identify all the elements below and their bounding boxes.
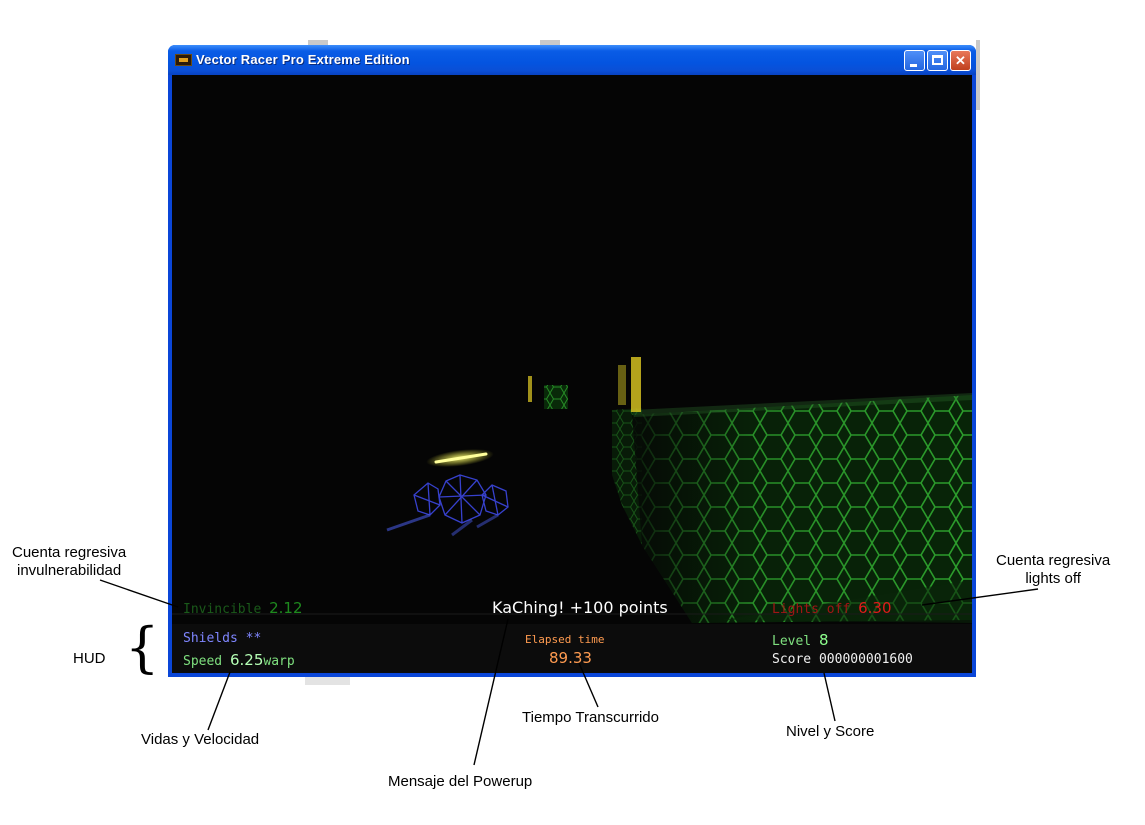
hud-brace: { bbox=[125, 616, 160, 679]
callout-line-powerup bbox=[473, 618, 509, 766]
annotation-lights-off-line2: lights off bbox=[1025, 570, 1081, 587]
annotation-lights-off: Cuenta regresiva lights off bbox=[996, 552, 1110, 588]
callout-line-lives-speed bbox=[207, 671, 231, 731]
annotation-hud: HUD bbox=[73, 650, 106, 667]
annotation-lines bbox=[99, 579, 1039, 766]
annotation-level-score: Nivel y Score bbox=[786, 723, 875, 740]
annotation-invulnerability: Cuenta regresiva invulnerabilidad bbox=[12, 544, 126, 580]
callout-line-lights-off bbox=[921, 588, 1039, 606]
annotation-invulnerability-line1: Cuenta regresiva bbox=[12, 544, 127, 561]
annotation-lives-speed: Vidas y Velocidad bbox=[141, 731, 260, 748]
annotation-invulnerability-line2: invulnerabilidad bbox=[16, 562, 122, 579]
annotation-elapsed: Tiempo Transcurrido bbox=[522, 709, 659, 726]
callout-line-level-score bbox=[823, 672, 836, 722]
annotation-powerup: Mensaje del Powerup bbox=[388, 773, 533, 790]
annotation-lights-off-line1: Cuenta regresiva bbox=[996, 552, 1111, 569]
callout-line-invulnerability bbox=[99, 579, 179, 608]
callout-line-elapsed bbox=[578, 662, 599, 708]
